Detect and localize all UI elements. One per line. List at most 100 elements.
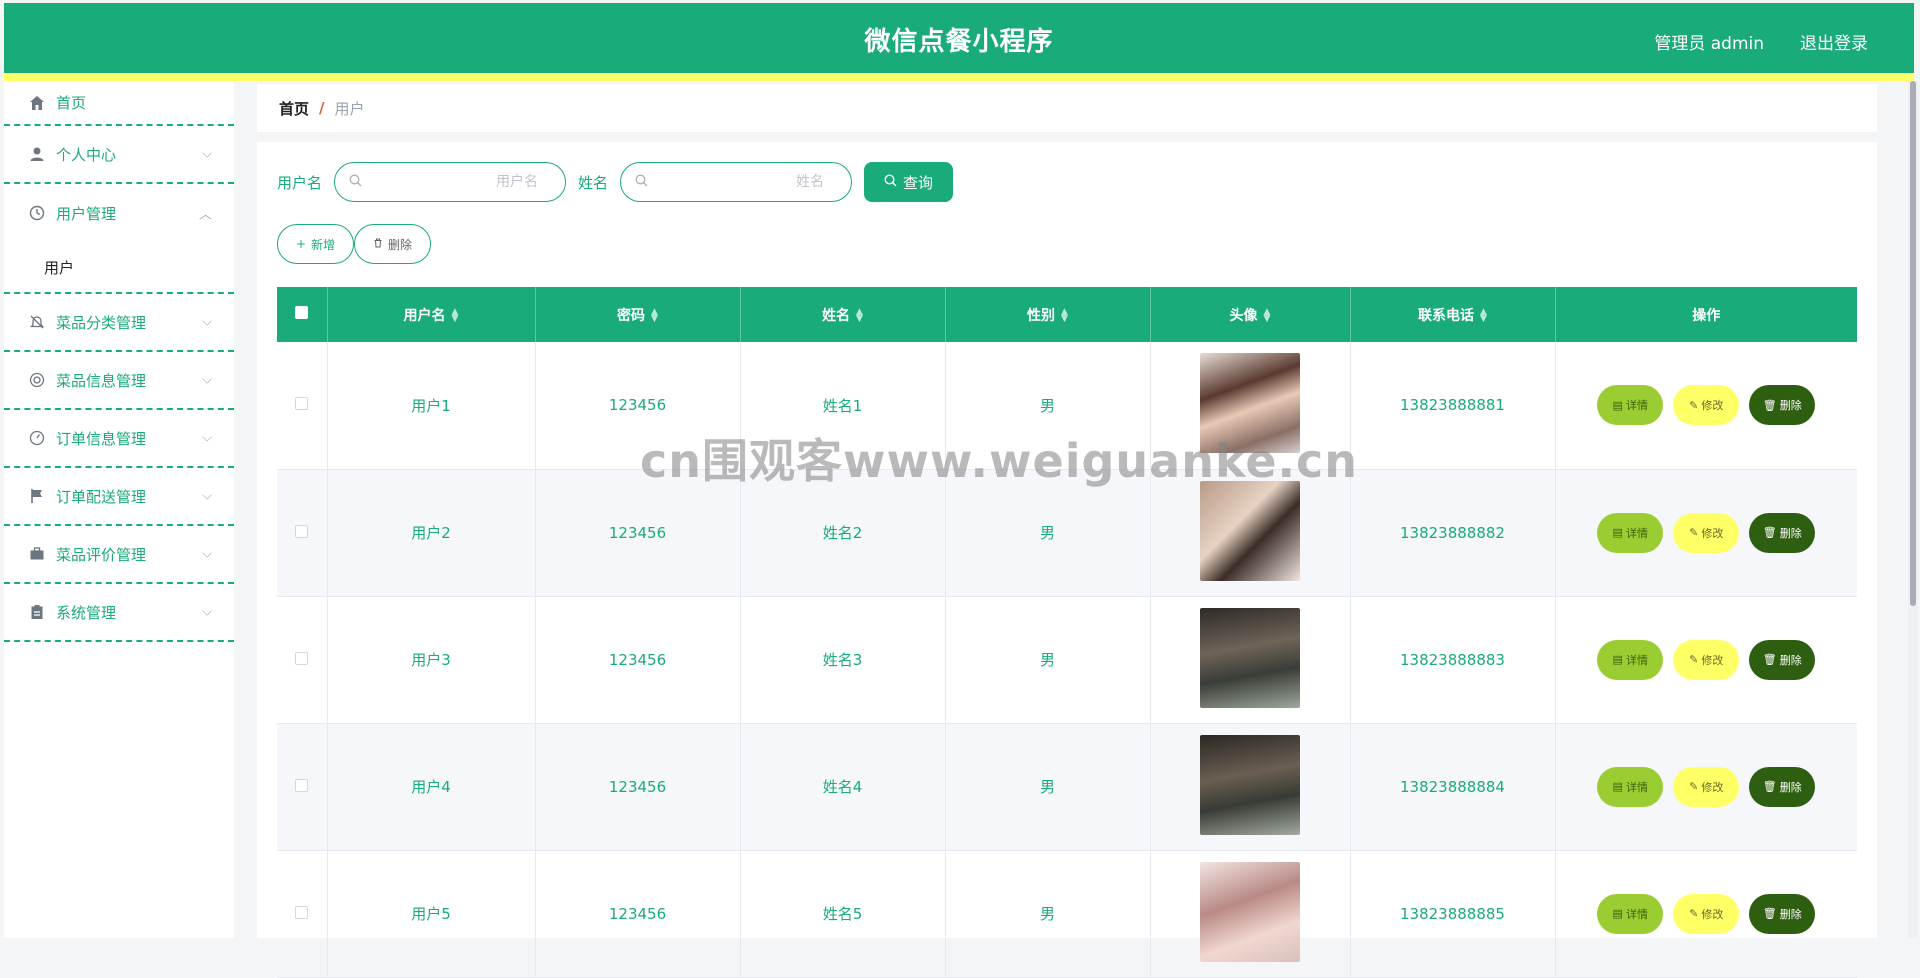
clock-icon [28,204,46,222]
edit-button[interactable]: ✎ 修改 [1673,893,1740,934]
chevron-down-icon: ⌵ [202,488,212,504]
select-all-checkbox[interactable] [295,306,309,319]
cell-gender: 男 [945,596,1151,724]
name-input-wrapper [620,162,853,202]
batch-delete-button[interactable]: 删除 [354,224,431,264]
add-button[interactable]: + 新增 [277,224,354,264]
sort-icon: ▲ ▼ [651,306,658,324]
detail-button[interactable]: ▤ 详情 [1597,893,1664,934]
cell-phone: 13823888881 [1350,342,1556,470]
edit-button[interactable]: ✎ 修改 [1673,512,1740,553]
document-icon: ▤ [1612,653,1623,666]
cell-name: 姓名3 [740,596,946,724]
delete-button[interactable]: 🗑 删除 [1749,639,1816,680]
trash-icon: 🗑 [1762,653,1777,666]
user-table: 用户名 ▲ ▼ 密码 ▲ ▼ 姓名 ▲ ▼ 性别 ▲ ▼ 头像 ▲ ▼ 联系电话 ▲ ▼ 操作 用户1 … [277,287,1857,978]
document-icon: ▤ [1612,526,1623,539]
delete-button[interactable]: 🗑 删除 [1749,893,1816,934]
sidebar-item-order-info[interactable]: 订单信息管理 ⌵ [4,410,234,468]
column-header-password[interactable]: 密码 ▲ ▼ [535,287,741,342]
chevron-down-icon: ⌵ [202,314,212,330]
cell-gender: 男 [945,850,1151,978]
row-checkbox-cell [277,850,328,978]
action-bar: + 新增 删除 [277,224,431,264]
breadcrumb-home[interactable]: 首页 [279,98,309,119]
search-icon [635,174,648,191]
pencil-icon: ✎ [1689,653,1699,666]
avatar[interactable] [1200,734,1300,835]
cell-password: 123456 [535,596,741,724]
document-icon: ▤ [1612,907,1623,920]
sidebar-item-dish-review[interactable]: 菜品评价管理 ⌵ [4,526,234,584]
edit-button[interactable]: ✎ 修改 [1673,385,1740,426]
trash-icon [373,237,383,251]
sidebar: 首页 个人中心 ⌵ 用户管理 ︿ 用户 菜品分类管理 ⌵ 菜品信息管理 ⌵ 订单… [4,81,234,938]
row-checkbox-cell [277,723,328,851]
edit-button[interactable]: ✎ 修改 [1673,766,1740,807]
sidebar-subitem-users[interactable]: 用户 [4,242,234,294]
pencil-icon: ✎ [1689,780,1699,793]
row-checkbox[interactable] [295,778,309,792]
user-icon [28,145,46,163]
username-label: 用户名 [277,173,323,192]
detail-button[interactable]: ▤ 详情 [1597,766,1664,807]
query-button[interactable]: 查询 [864,162,954,202]
sidebar-item-profile[interactable]: 个人中心 ⌵ [4,126,234,184]
column-header-name[interactable]: 姓名 ▲ ▼ [740,287,946,342]
search-icon [884,173,897,191]
avatar[interactable] [1200,861,1300,962]
sidebar-item-home[interactable]: 首页 [4,81,234,126]
cell-phone: 13823888885 [1350,850,1556,978]
sidebar-item-label: 菜品信息管理 [56,371,147,390]
top-header: 微信点餐小程序 管理员 admin 退出登录 [4,3,1914,73]
sidebar-item-dish-category[interactable]: 菜品分类管理 ⌵ [4,294,234,352]
search-icon [349,174,362,191]
avatar[interactable] [1200,607,1300,708]
detail-button[interactable]: ▤ 详情 [1597,512,1664,553]
detail-button[interactable]: ▤ 详情 [1597,639,1664,680]
delete-button[interactable]: 🗑 删除 [1749,766,1816,807]
sidebar-item-order-delivery[interactable]: 订单配送管理 ⌵ [4,468,234,526]
cell-username: 用户2 [327,469,536,597]
column-header-avatar[interactable]: 头像 ▲ ▼ [1150,287,1351,342]
flag-icon [28,487,46,505]
scrollbar-thumb[interactable] [1910,81,1916,606]
cell-phone: 13823888884 [1350,723,1556,851]
delete-button[interactable]: 🗑 删除 [1749,385,1816,426]
trash-icon: 🗑 [1762,526,1777,539]
row-checkbox[interactable] [295,397,309,411]
briefcase-icon [28,545,46,563]
watermark-text: cn围观客www.weiguanke.cn [640,434,1359,488]
content-panel: 用户名 姓名 查询 + 新增 [257,142,1877,978]
document-icon: ▤ [1612,780,1623,793]
cell-phone: 13823888883 [1350,596,1556,724]
table-header-row: 用户名 ▲ ▼ 密码 ▲ ▼ 姓名 ▲ ▼ 性别 ▲ ▼ 头像 ▲ ▼ 联系电话 ▲ ▼ 操作 [277,287,1857,342]
edit-button[interactable]: ✎ 修改 [1673,639,1740,680]
avatar[interactable] [1200,480,1300,581]
delete-button[interactable]: 🗑 删除 [1749,512,1816,553]
breadcrumb-current: 用户 [334,99,365,118]
name-label: 姓名 [578,173,609,192]
cell-name: 姓名5 [740,850,946,978]
sidebar-item-dish-info[interactable]: 菜品信息管理 ⌵ [4,352,234,410]
trash-icon: 🗑 [1762,398,1777,412]
column-header-gender[interactable]: 性别 ▲ ▼ [945,287,1151,342]
column-header-username[interactable]: 用户名 ▲ ▼ [327,287,536,342]
sidebar-item-label: 订单信息管理 [56,429,147,448]
column-header-phone[interactable]: 联系电话 ▲ ▼ [1350,287,1556,342]
logout-link[interactable]: 退出登录 [1800,29,1868,54]
batch-delete-label: 删除 [387,237,412,252]
pencil-icon: ✎ [1689,398,1699,412]
row-checkbox[interactable] [295,651,309,665]
username-input[interactable] [362,173,555,191]
sidebar-item-user-management[interactable]: 用户管理 ︿ [4,184,234,242]
cell-username: 用户4 [327,723,536,851]
cell-phone: 13823888882 [1350,469,1556,597]
vertical-scrollbar[interactable] [1908,81,1918,938]
sidebar-item-system[interactable]: 系统管理 ⌵ [4,584,234,642]
chevron-up-icon: ︿ [198,207,212,223]
name-input[interactable] [648,173,841,191]
detail-button[interactable]: ▤ 详情 [1597,385,1664,426]
row-checkbox[interactable] [295,524,309,538]
row-checkbox[interactable] [295,905,309,919]
